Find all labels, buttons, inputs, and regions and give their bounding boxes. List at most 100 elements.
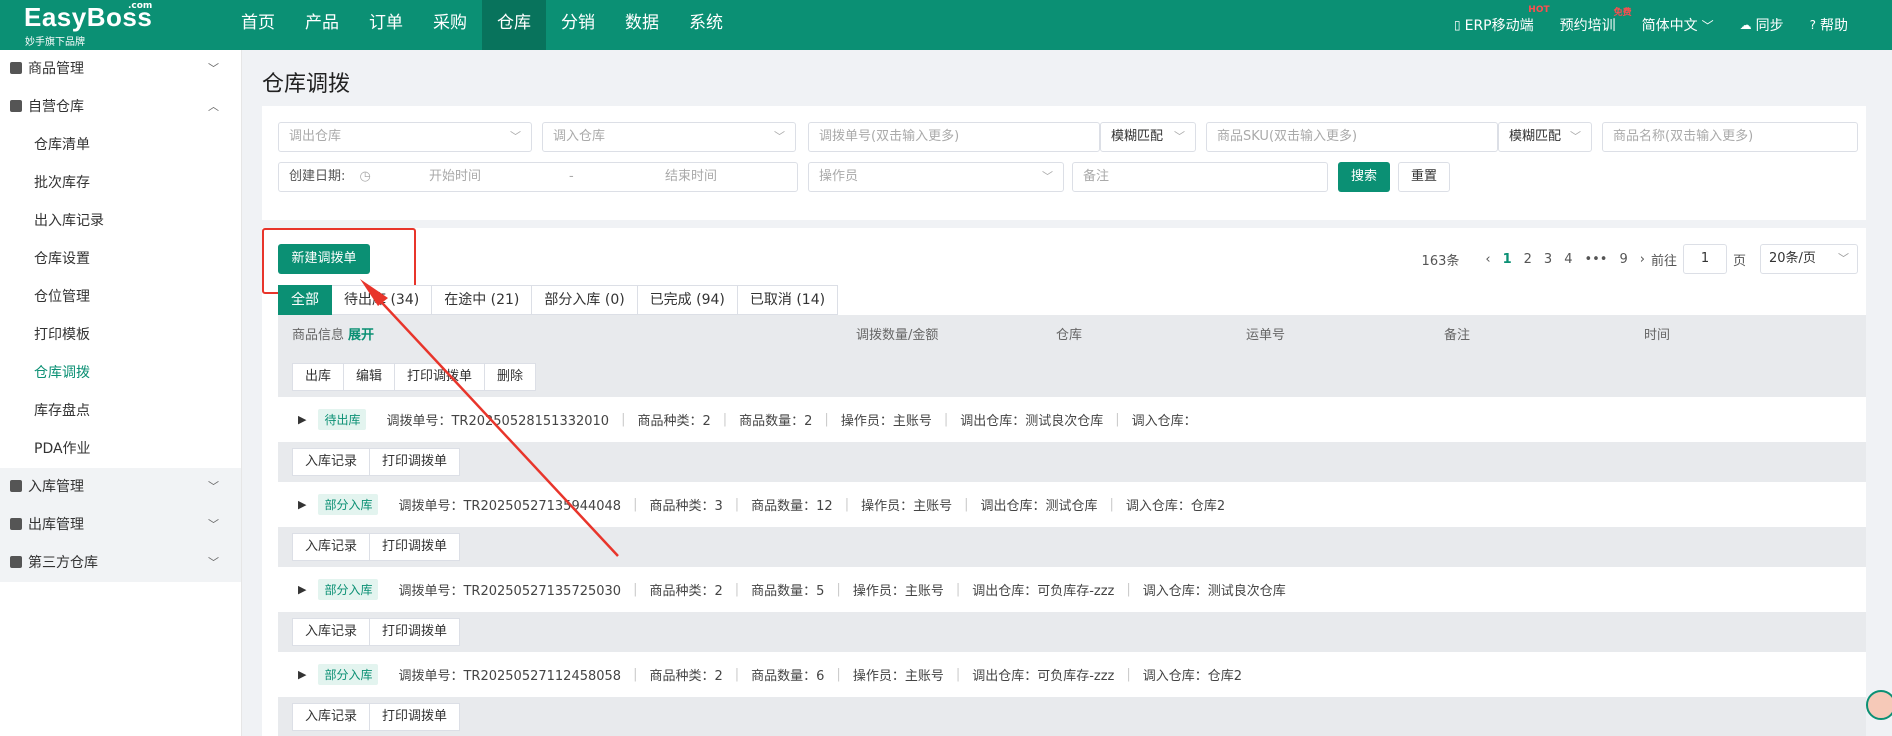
- nav-purchase[interactable]: 采购: [418, 0, 482, 50]
- sync-label: 同步: [1755, 18, 1784, 34]
- page-2[interactable]: 2: [1524, 252, 1532, 267]
- nav-home[interactable]: 首页: [226, 0, 290, 50]
- phone-icon: ▯: [1453, 18, 1461, 32]
- chevron-down-icon: ﹀: [1701, 18, 1714, 33]
- language-select[interactable]: 简体中文 ﹀: [1642, 15, 1714, 35]
- nav-product[interactable]: 产品: [290, 0, 354, 50]
- operator: 操作员：主账号: [852, 669, 944, 684]
- delete-button[interactable]: 删除: [485, 363, 537, 391]
- tab-all[interactable]: 全部: [278, 285, 332, 315]
- col-tracking: 运单号: [1246, 328, 1286, 343]
- page-size-select[interactable]: 20条/页 ﹀: [1760, 244, 1858, 274]
- sku-match-select[interactable]: 模糊匹配 ﹀: [1498, 122, 1592, 152]
- goto-label: 前往: [1650, 253, 1677, 269]
- order-match-select[interactable]: 模糊匹配 ﹀: [1100, 122, 1196, 152]
- sidebar-item-inout-records[interactable]: 出入库记录: [0, 202, 241, 240]
- training-link[interactable]: 预约培训 免费: [1560, 8, 1632, 35]
- tab-pending-outbound[interactable]: 待出库 (34): [332, 285, 433, 315]
- page-1[interactable]: 1: [1503, 252, 1512, 267]
- assistant-avatar[interactable]: [1866, 690, 1892, 720]
- nav-system[interactable]: 系统: [674, 0, 738, 50]
- inbound-records-button[interactable]: 入库记录: [292, 533, 371, 561]
- tab-cancelled[interactable]: 已取消 (14): [737, 285, 839, 315]
- tab-completed[interactable]: 已完成 (94): [637, 285, 738, 315]
- page-9[interactable]: 9: [1619, 252, 1627, 267]
- expand-triangle-icon[interactable]: ▶: [298, 668, 306, 681]
- sidebar-item-location-management[interactable]: 仓位管理: [0, 278, 241, 316]
- chevron-down-icon: ﹀: [208, 556, 219, 569]
- inbound-records-button[interactable]: 入库记录: [292, 703, 371, 731]
- help-button[interactable]: ? 帮助: [1810, 15, 1848, 35]
- sidebar-item-warehouse-list[interactable]: 仓库清单: [0, 126, 241, 164]
- product-kinds: 商品种类：2: [649, 584, 723, 599]
- sidebar-item-stocktaking[interactable]: 库存盘点: [0, 392, 241, 430]
- out-warehouse: 调出仓库：可负库存-zzz: [972, 669, 1115, 684]
- clock-icon: ◷: [359, 169, 371, 184]
- transfer-number: 调拨单号：TR20250527112458058: [398, 669, 622, 684]
- print-transfer-button[interactable]: 打印调拨单: [395, 363, 486, 391]
- help-label: 帮助: [1820, 18, 1848, 34]
- sidebar-item-print-templates[interactable]: 打印模板: [0, 316, 241, 354]
- sync-button[interactable]: ☁ 同步: [1740, 15, 1784, 35]
- print-transfer-button[interactable]: 打印调拨单: [370, 618, 461, 646]
- remark-placeholder: 备注: [1083, 169, 1110, 184]
- page-3[interactable]: 3: [1544, 252, 1552, 267]
- expand-triangle-icon[interactable]: ▶: [298, 583, 306, 596]
- action-bar: 入库记录 打印调拨单: [278, 442, 1866, 482]
- inbound-records-button[interactable]: 入库记录: [292, 448, 371, 476]
- sidebar-group-outbound[interactable]: 出库管理 ﹀: [0, 506, 241, 544]
- free-badge: 免费: [1613, 8, 1632, 18]
- sidebar-group-self-warehouse[interactable]: 自营仓库 ︿: [0, 88, 241, 126]
- created-date-range[interactable]: 创建日期: ◷ 开始时间 - 结束时间: [278, 162, 798, 192]
- chevron-down-icon: ﹀: [1042, 170, 1053, 183]
- inbound-records-button[interactable]: 入库记录: [292, 618, 371, 646]
- erp-mobile-link[interactable]: ▯ ERP移动端 HOT: [1453, 5, 1550, 35]
- nav-data[interactable]: 数据: [610, 0, 674, 50]
- expand-link[interactable]: 展开: [348, 328, 374, 343]
- order-number-input[interactable]: 调拨单号(双击输入更多): [808, 122, 1100, 152]
- sidebar-item-batch-stock[interactable]: 批次库存: [0, 164, 241, 202]
- sidebar-group-third-party[interactable]: 第三方仓库 ﹀: [0, 544, 241, 582]
- outbound-button[interactable]: 出库: [292, 363, 345, 391]
- goto-page-input[interactable]: 1: [1682, 244, 1727, 274]
- product-name-input[interactable]: 商品名称(双击输入更多): [1602, 122, 1858, 152]
- page-unit-label: 页: [1732, 253, 1746, 269]
- page-title: 仓库调拨: [262, 72, 351, 97]
- main-content: 仓库调拨 调出仓库 ﹀ 调入仓库 ﹀ 调拨单号(双击输入更多) 模糊匹配 ﹀ 商品SK…: [262, 50, 1880, 736]
- expand-triangle-icon[interactable]: ▶: [298, 498, 306, 511]
- out-warehouse-select[interactable]: 调出仓库 ﹀: [278, 122, 532, 152]
- operator-select[interactable]: 操作员 ﹀: [808, 162, 1064, 192]
- sidebar-item-warehouse-transfer[interactable]: 仓库调拨: [0, 354, 241, 392]
- tab-in-transit[interactable]: 在途中 (21): [432, 285, 533, 315]
- expand-triangle-icon[interactable]: ▶: [298, 413, 306, 426]
- nav-order[interactable]: 订单: [354, 0, 418, 50]
- sidebar-group-inbound[interactable]: 入库管理 ﹀: [0, 468, 241, 506]
- action-bar: 出库 编辑 打印调拨单 删除: [278, 357, 1866, 397]
- page-ellipsis[interactable]: •••: [1584, 252, 1607, 267]
- next-page-button[interactable]: ›: [1640, 252, 1645, 267]
- print-transfer-button[interactable]: 打印调拨单: [370, 703, 461, 731]
- order-match-value: 模糊匹配: [1111, 129, 1164, 144]
- sidebar-item-pda[interactable]: PDA作业: [0, 430, 241, 468]
- nav-warehouse[interactable]: 仓库: [482, 0, 546, 50]
- col-remark: 备注: [1444, 328, 1471, 343]
- sku-input[interactable]: 商品SKU(双击输入更多): [1206, 122, 1498, 152]
- chevron-down-icon: ﹀: [510, 130, 521, 143]
- date-range-dash: -: [569, 169, 574, 184]
- sidebar-group-label: 出库管理: [28, 517, 84, 533]
- sidebar-item-warehouse-settings[interactable]: 仓库设置: [0, 240, 241, 278]
- remark-input[interactable]: 备注: [1072, 162, 1328, 192]
- easyboss-logo[interactable]: EasyBoss .com 妙手旗下品牌: [24, 1, 174, 48]
- search-button[interactable]: 搜索: [1338, 162, 1390, 192]
- page-4[interactable]: 4: [1564, 252, 1572, 267]
- nav-distribution[interactable]: 分销: [546, 0, 610, 50]
- reset-button[interactable]: 重置: [1398, 162, 1450, 192]
- tab-partial-inbound[interactable]: 部分入库 (0): [532, 285, 638, 315]
- edit-button[interactable]: 编辑: [344, 363, 396, 391]
- print-transfer-button[interactable]: 打印调拨单: [370, 448, 461, 476]
- prev-page-button[interactable]: ‹: [1485, 252, 1490, 267]
- sidebar-group-product[interactable]: 商品管理 ﹀: [0, 50, 241, 88]
- transfer-row: ▶ 部分入库 调拨单号：TR20250527135725030 | 商品种类：2 |…: [278, 567, 1866, 612]
- in-warehouse-select[interactable]: 调入仓库 ﹀: [542, 122, 796, 152]
- print-transfer-button[interactable]: 打印调拨单: [370, 533, 461, 561]
